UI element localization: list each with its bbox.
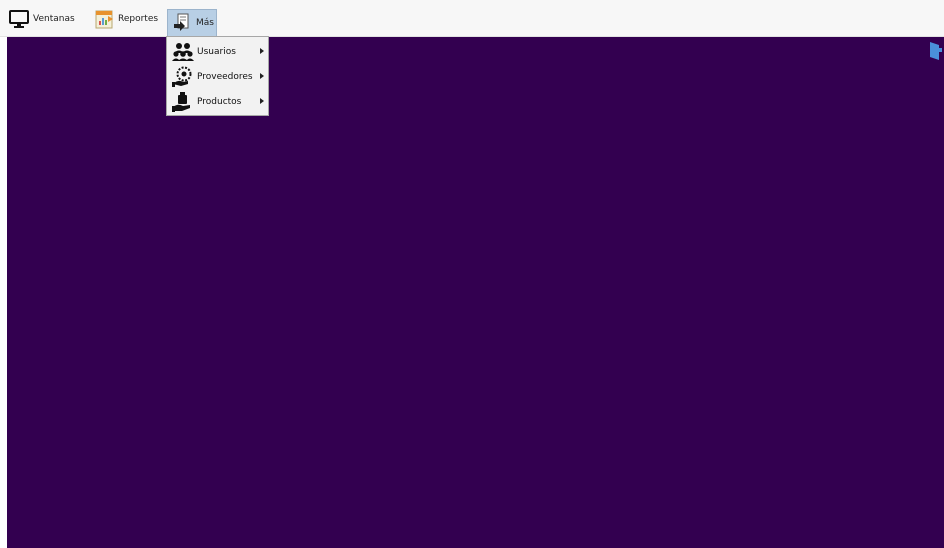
- mas-dropdown-menu: Usuarios Proveedores Productos: [166, 36, 269, 116]
- product-hand-icon: [171, 91, 195, 113]
- menu-item-productos-label: Productos: [197, 96, 242, 107]
- submenu-arrow-icon: [260, 98, 264, 104]
- users-group-icon: [171, 41, 195, 63]
- submenu-arrow-icon: [260, 48, 264, 54]
- menu-item-usuarios[interactable]: Usuarios: [167, 39, 268, 64]
- document-arrow-icon: [171, 12, 193, 34]
- exit-door-icon[interactable]: [928, 40, 942, 62]
- menu-item-usuarios-label: Usuarios: [197, 46, 236, 57]
- report-chart-icon: [93, 8, 115, 30]
- supplier-icon: [171, 66, 195, 88]
- menu-item-productos[interactable]: Productos: [167, 89, 268, 114]
- menu-item-proveedores[interactable]: Proveedores: [167, 64, 268, 89]
- menu-bar: Ventanas Reportes Más: [0, 0, 944, 37]
- desktop-area[interactable]: [7, 37, 944, 548]
- menu-reportes-label: Reportes: [118, 14, 159, 24]
- menu-mas-label: Más: [196, 18, 214, 28]
- menu-ventanas-label: Ventanas: [33, 14, 75, 24]
- submenu-arrow-icon: [260, 73, 264, 79]
- monitor-icon: [8, 8, 30, 30]
- menu-ventanas[interactable]: Ventanas: [8, 7, 75, 31]
- application-window: Ventanas Reportes Más Usuarios Proveedor…: [0, 0, 944, 548]
- menu-reportes[interactable]: Reportes: [93, 7, 158, 31]
- menu-mas[interactable]: Más: [167, 9, 217, 36]
- menu-item-proveedores-label: Proveedores: [197, 71, 253, 82]
